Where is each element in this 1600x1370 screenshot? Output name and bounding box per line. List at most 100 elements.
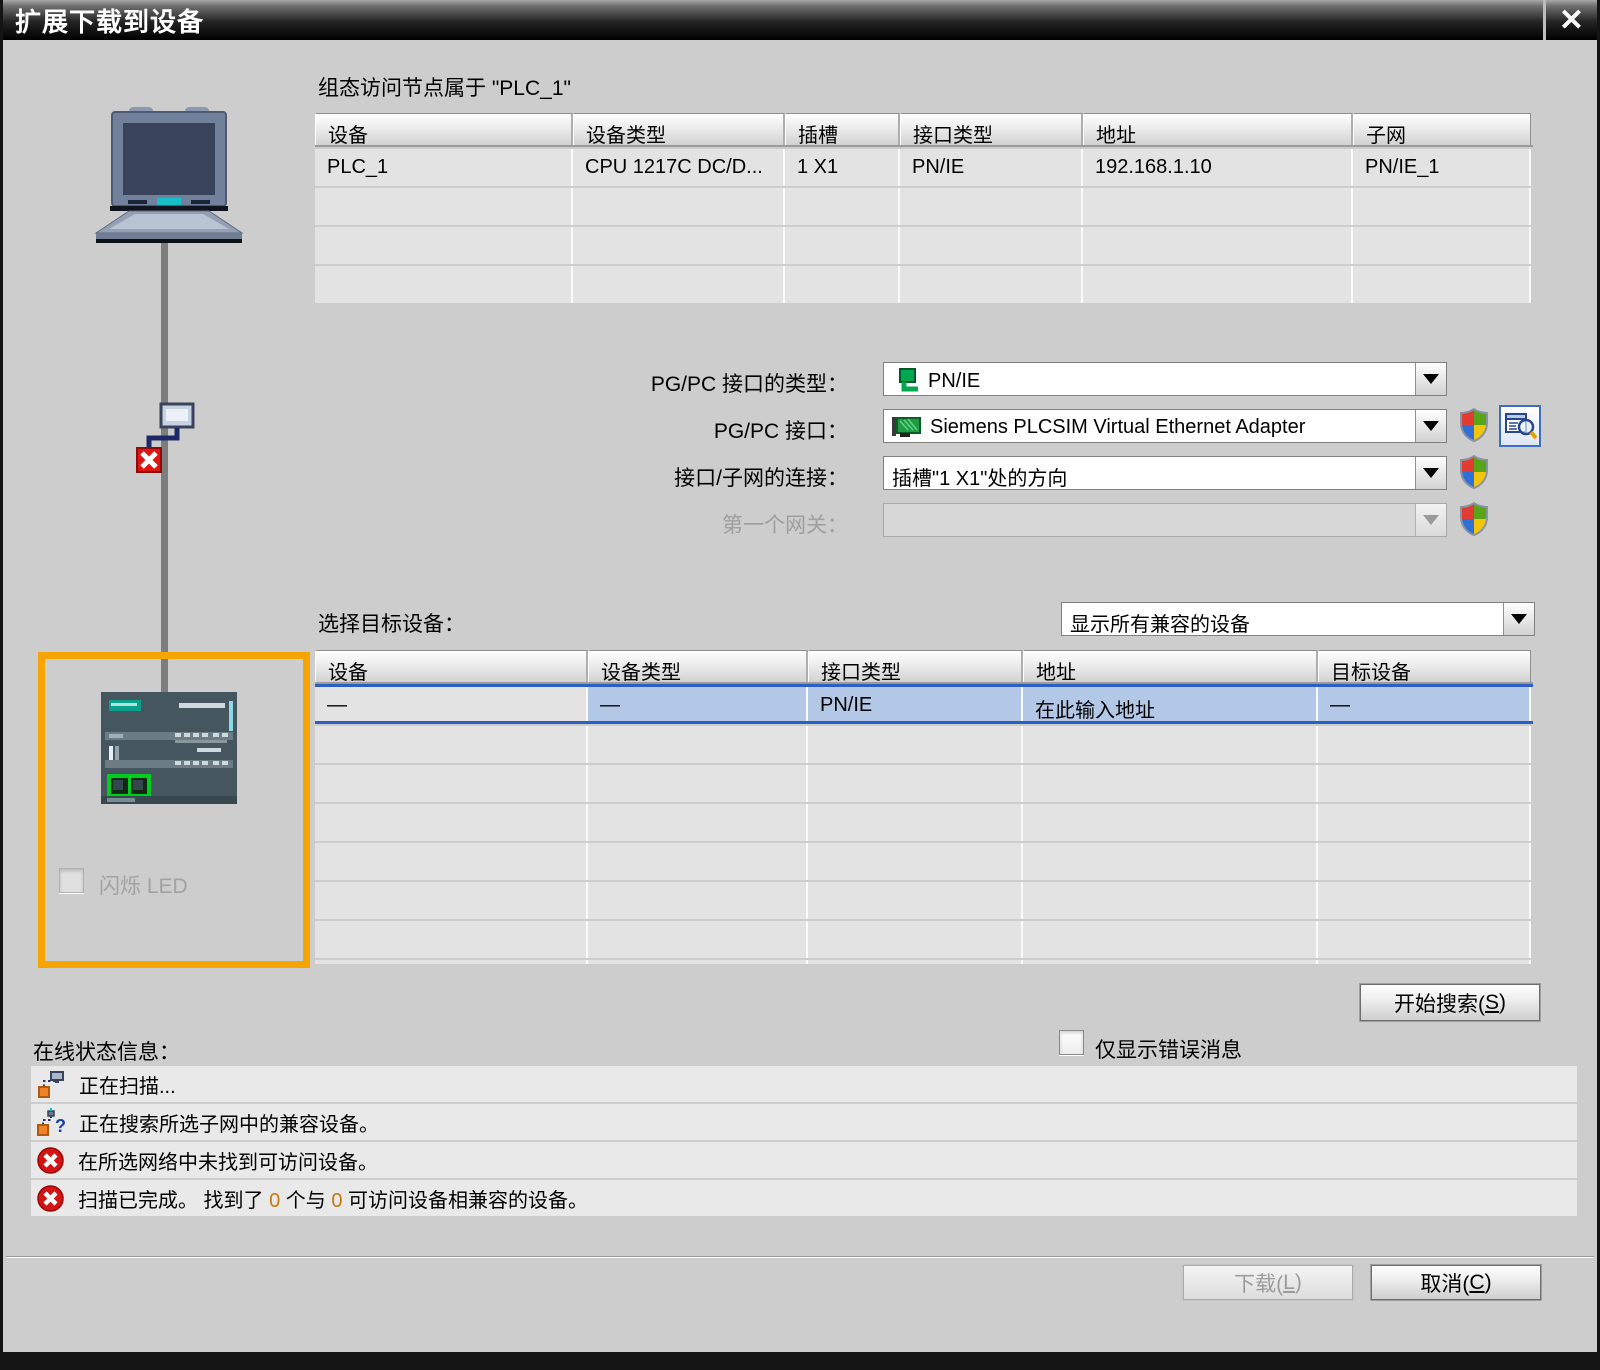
subnet-connection-label: 接口/子网的连接： (674, 467, 848, 490)
footer-divider (6, 1256, 1594, 1258)
accessible-count: 0 (331, 1189, 343, 1212)
download-button: 下载(L) (1183, 1265, 1353, 1300)
start-search-button[interactable]: 开始搜索(S) (1360, 984, 1540, 1021)
status-message-row: ? 正在搜索所选子网中的兼容设备。 (31, 1104, 1577, 1140)
select-target-label: 选择目标设备： (318, 613, 465, 636)
col-header: 接口类型 (900, 113, 1083, 147)
table-row-plc1[interactable]: PLC_1 CPU 1217C DC/D... 1 X1 PN/IE 192.1… (315, 149, 1533, 186)
pgpc-type-combo[interactable]: PN/IE (883, 362, 1447, 396)
close-icon[interactable]: ✕ (1543, 0, 1597, 40)
col-header: 设备类型 (573, 113, 785, 147)
table-row-empty (315, 188, 1533, 225)
pgpc-interface-value: Siemens PLCSIM Virtual Ethernet Adapter (930, 415, 1306, 438)
found-count: 0 (269, 1189, 281, 1212)
chevron-down-icon[interactable] (1415, 363, 1446, 395)
extended-download-dialog: 扩展下载到设备 ✕ 闪烁 LED 组态访问节点属于 "PLC_1" 设备 设备类… (0, 0, 1600, 1370)
status-text: 在所选网络中未找到可访问设备。 (78, 1151, 378, 1174)
button-text: 取消( (1420, 1272, 1470, 1296)
chevron-down-icon[interactable] (1415, 457, 1446, 489)
cell-interface-type: PN/IE (900, 149, 1083, 186)
chevron-down-icon[interactable] (1503, 603, 1534, 635)
table-header-row: 设备 设备类型 插槽 接口类型 地址 子网 (315, 113, 1533, 147)
status-text: 正在扫描... (79, 1075, 176, 1098)
cell-device: PLC_1 (315, 149, 573, 186)
title-bar: 扩展下载到设备 ✕ (3, 0, 1597, 40)
col-header: 子网 (1353, 113, 1531, 147)
device-filter-combo[interactable]: 显示所有兼容的设备 (1061, 602, 1535, 636)
pgpc-type-value: PN/IE (928, 369, 981, 392)
svg-text:?: ? (55, 1116, 65, 1136)
broken-connection-icon (136, 402, 195, 473)
pgpc-interface-label: PG/PC 接口： (713, 420, 848, 443)
dialog-bottom-frame (3, 1352, 1597, 1370)
table-row-empty (315, 266, 1533, 303)
first-gateway-label: 第一个网关： (722, 514, 848, 537)
col-header: 插槽 (785, 113, 900, 147)
table-row-selected-target[interactable]: — — PN/IE 在此输入地址 — (315, 684, 1533, 724)
cell-device-type: — (588, 687, 808, 721)
laptop-icon (94, 107, 244, 243)
col-header: 设备 (315, 113, 573, 147)
plc-device-icon (101, 692, 237, 804)
status-message-row: 在所选网络中未找到可访问设备。 (31, 1142, 1577, 1178)
status-text: 扫描已完成。 找到了 0 个与 0 可访问设备相兼容的设备。 (78, 1189, 589, 1212)
config-table-caption: 组态访问节点属于 "PLC_1" (318, 77, 571, 100)
col-header: 地址 (1023, 650, 1318, 684)
uac-shield-icon (1460, 455, 1488, 489)
network-adapter-icon (892, 417, 921, 437)
error-icon (37, 1184, 64, 1212)
status-message-row: 正在扫描... (31, 1066, 1577, 1102)
cell-device-type: CPU 1217C DC/D... (573, 149, 785, 186)
table-row-empty (315, 921, 1533, 958)
cell-subnet: PN/IE_1 (1353, 149, 1531, 186)
chevron-down-icon[interactable] (1415, 410, 1446, 442)
cell-slot: 1 X1 (785, 149, 900, 186)
cancel-button[interactable]: 取消(C) (1371, 1265, 1541, 1300)
table-row-empty (315, 804, 1533, 841)
chevron-down-icon (1415, 504, 1446, 536)
pgpc-interface-combo[interactable]: Siemens PLCSIM Virtual Ethernet Adapter (883, 409, 1447, 443)
col-header: 目标设备 (1318, 650, 1531, 684)
flash-led-label: 闪烁 LED (99, 875, 188, 898)
subnet-connection-value: 插槽"1 X1"处的方向 (892, 468, 1068, 490)
table-row-empty (315, 843, 1533, 880)
device-filter-value: 显示所有兼容的设备 (1070, 614, 1250, 636)
uac-shield-icon (1460, 502, 1488, 536)
table-row-empty (315, 726, 1533, 763)
target-devices-table: 设备 设备类型 接口类型 地址 目标设备 — — PN/IE 在此输入地址 — (315, 650, 1533, 964)
cell-address-entry[interactable]: 在此输入地址 (1023, 687, 1318, 721)
errors-only-checkbox[interactable] (1059, 1030, 1084, 1055)
flash-led-checkbox (59, 868, 84, 893)
search-icon: ? (37, 1108, 65, 1136)
first-gateway-combo (883, 503, 1447, 537)
window-magnifier-icon (1505, 413, 1537, 440)
online-status-label: 在线状态信息： (33, 1041, 180, 1064)
col-header: 接口类型 (808, 650, 1023, 684)
table-row-empty (315, 882, 1533, 919)
uac-shield-icon (1460, 408, 1488, 442)
dialog-title: 扩展下载到设备 (15, 6, 205, 37)
scan-icon (38, 1071, 64, 1098)
cell-interface-type: PN/IE (808, 687, 1023, 721)
button-text: 下载( (1234, 1272, 1284, 1296)
cell-target-device: — (1318, 687, 1531, 721)
errors-only-label: 仅显示错误消息 (1095, 1039, 1242, 1062)
cell-address: 192.168.1.10 (1083, 149, 1353, 186)
configured-nodes-table: 设备 设备类型 插槽 接口类型 地址 子网 PLC_1 CPU 1217C DC… (315, 113, 1533, 303)
table-row-empty (315, 227, 1533, 264)
cell-device: — (315, 687, 588, 721)
status-message-row: 扫描已完成。 找到了 0 个与 0 可访问设备相兼容的设备。 (31, 1180, 1577, 1216)
button-text: 开始搜索( (1393, 992, 1485, 1016)
pnie-network-icon (899, 368, 918, 392)
col-header: 地址 (1083, 113, 1353, 147)
table-header-row: 设备 设备类型 接口类型 地址 目标设备 (315, 650, 1533, 684)
table-row-empty (315, 765, 1533, 802)
show-accessible-devices-button[interactable] (1499, 405, 1541, 447)
table-row-empty (315, 960, 1533, 964)
col-header: 设备 (315, 650, 588, 684)
status-text: 正在搜索所选子网中的兼容设备。 (79, 1113, 379, 1136)
error-icon (37, 1146, 64, 1174)
col-header: 设备类型 (588, 650, 808, 684)
pgpc-type-label: PG/PC 接口的类型： (650, 373, 848, 396)
subnet-connection-combo[interactable]: 插槽"1 X1"处的方向 (883, 456, 1447, 490)
